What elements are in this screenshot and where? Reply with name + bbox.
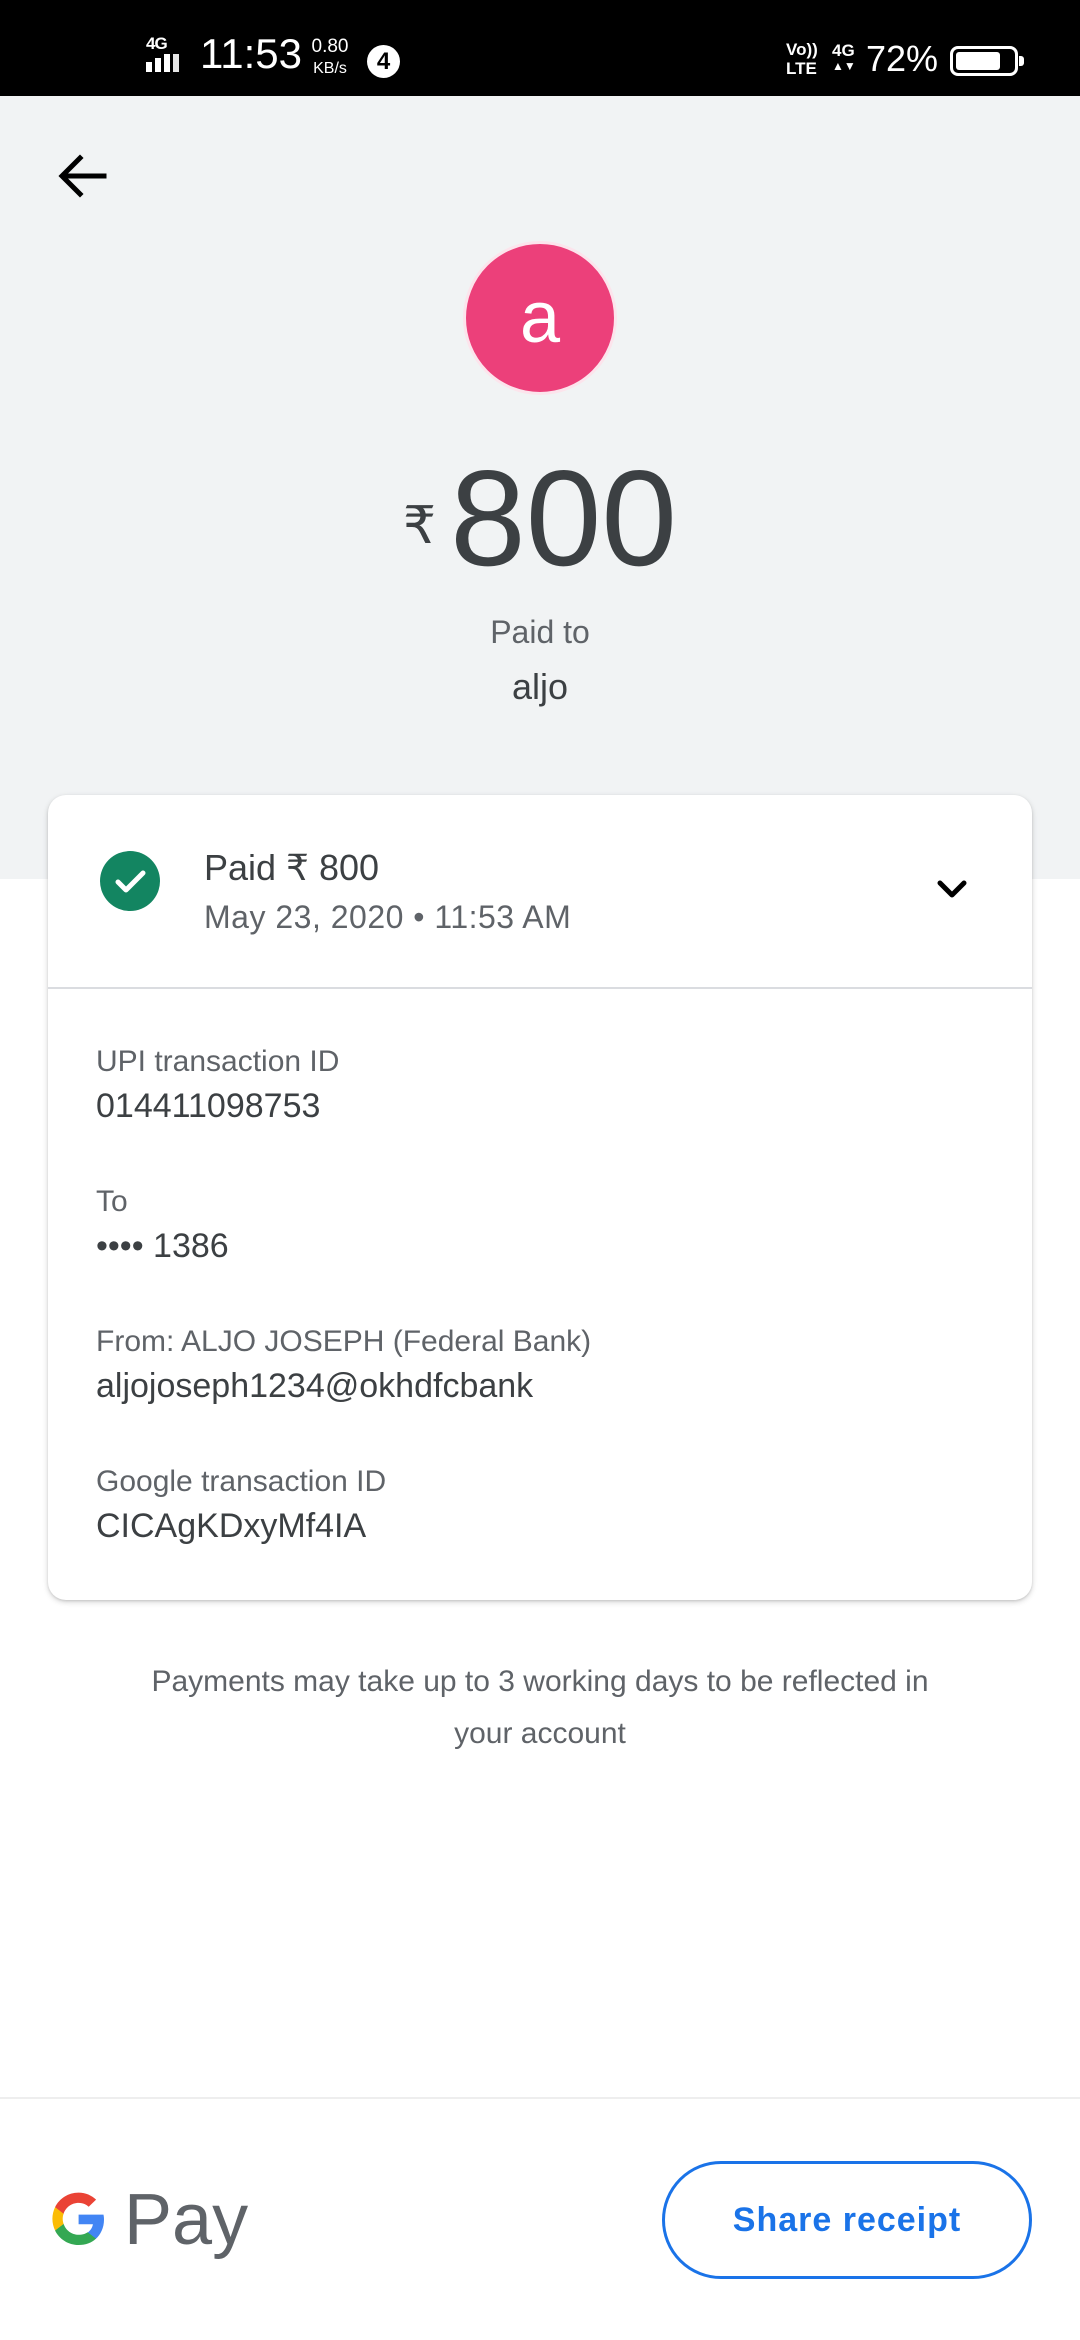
detail-google-id: Google transaction ID CICAgKDxyMf4IA (96, 1465, 386, 1546)
notification-badge: 4 (367, 45, 400, 78)
detail-value: 014411098753 (96, 1087, 321, 1125)
status-bar: 4G 11:53 0.80 KB/s 4 Vo)) LTE 4G ▲▼ 72% (0, 0, 1080, 96)
gpay-brand: Pay (124, 2180, 249, 2260)
volte-text: Vo)) LTE (786, 40, 818, 78)
battery-icon (950, 46, 1024, 76)
chevron-down-icon (937, 880, 967, 898)
expand-button[interactable] (928, 865, 976, 913)
paid-to-label: Paid to (490, 614, 590, 650)
network2-text: 4G (832, 41, 855, 60)
arrow-left-icon (58, 154, 107, 198)
currency-symbol: ₹ (402, 497, 437, 555)
back-button[interactable] (48, 140, 120, 212)
battery-percent: 72% (866, 38, 939, 79)
detail-upi-id: UPI transaction ID 014411098753 (96, 1045, 339, 1126)
detail-label: Google transaction ID (96, 1465, 387, 1498)
detail-to-account: To •••• 1386 (96, 1185, 229, 1266)
detail-value: aljojoseph1234@okhdfcbank (96, 1367, 534, 1405)
detail-value: CICAgKDxyMf4IA (96, 1507, 367, 1545)
bottom-bar: Pay Share receipt (0, 2097, 1080, 2340)
speed-value: 0.80 (311, 36, 349, 57)
google-g-icon (52, 2192, 104, 2245)
signal-icon: 4G (144, 34, 182, 76)
amount-value: 800 (450, 442, 677, 594)
status-title: Paid ₹ 800 (204, 847, 380, 888)
volte-indicator: Vo)) LTE (786, 40, 826, 78)
clock: 11:53 (200, 30, 302, 77)
share-receipt-button[interactable]: Share receipt (662, 2161, 1032, 2279)
amount: ₹800 (0, 440, 1080, 596)
transaction-status-row[interactable]: Paid ₹ 800 May 23, 2020 • 11:53 AM (48, 795, 1032, 989)
payee-name: aljo (511, 666, 569, 707)
detail-label: From: ALJO JOSEPH (Federal Bank) (96, 1325, 592, 1358)
payment-notice: Payments may take up to 3 working days t… (151, 1665, 929, 1750)
status-timestamp: May 23, 2020 • 11:53 AM (204, 899, 572, 935)
network-type-secondary: 4G ▲▼ (832, 41, 856, 73)
detail-from-account: From: ALJO JOSEPH (Federal Bank) aljojos… (96, 1325, 591, 1406)
speed-unit: KB/s (313, 60, 347, 77)
network-type: 4G (146, 34, 168, 53)
check-circle-icon (100, 851, 160, 911)
detail-label: To (96, 1185, 128, 1218)
battery-fill (956, 52, 1000, 70)
detail-label: UPI transaction ID (96, 1045, 340, 1078)
network-speed: 0.80 KB/s (306, 36, 354, 80)
avatar: a (463, 241, 617, 395)
detail-value: •••• 1386 (96, 1227, 229, 1265)
transaction-card: Paid ₹ 800 May 23, 2020 • 11:53 AM UPI t… (48, 795, 1032, 1600)
